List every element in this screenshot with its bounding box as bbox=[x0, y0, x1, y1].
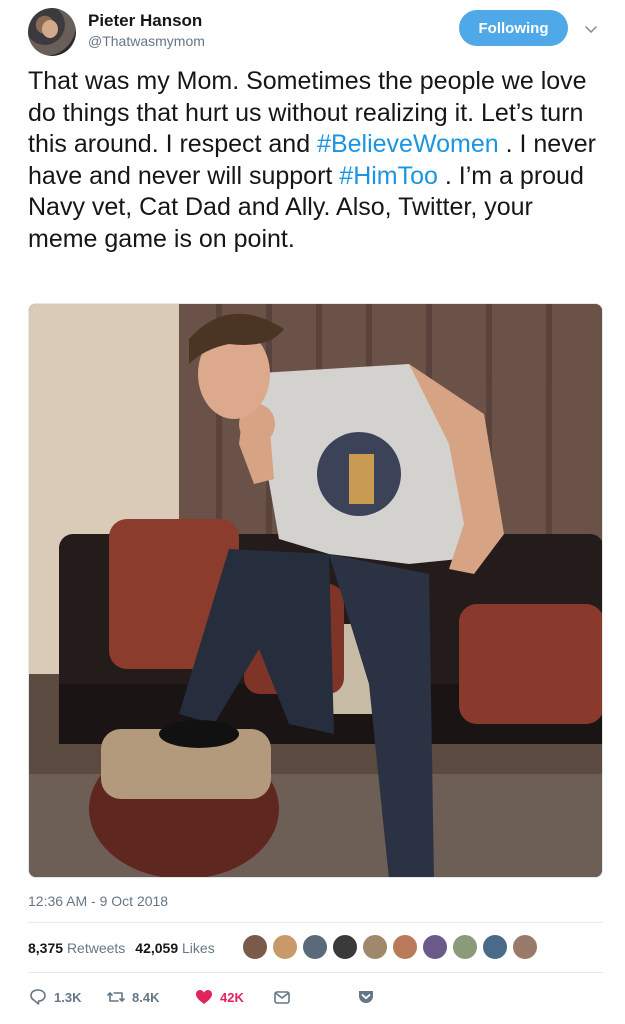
liker-avatar[interactable] bbox=[482, 934, 508, 960]
tweet-text: That was my Mom. Sometimes the people we… bbox=[28, 66, 608, 255]
liker-avatar[interactable] bbox=[242, 934, 268, 960]
retweet-icon bbox=[107, 992, 125, 1002]
hashtag-link[interactable]: #BelieveWomen bbox=[317, 130, 499, 158]
author-name[interactable]: Pieter Hanson bbox=[88, 11, 202, 31]
save-to-pocket-button[interactable] bbox=[356, 984, 376, 1010]
envelope-icon bbox=[274, 991, 290, 1004]
divider bbox=[28, 922, 603, 923]
reply-count: 1.3K bbox=[54, 989, 82, 1005]
avatar[interactable] bbox=[28, 8, 76, 56]
liker-avatar[interactable] bbox=[512, 934, 538, 960]
liker-avatar[interactable] bbox=[392, 934, 418, 960]
direct-message-button[interactable] bbox=[272, 984, 292, 1010]
heart-icon bbox=[196, 990, 212, 1004]
liker-avatars bbox=[242, 934, 538, 960]
liker-avatar[interactable] bbox=[452, 934, 478, 960]
chevron-down-icon[interactable] bbox=[582, 20, 600, 38]
reply-icon bbox=[30, 989, 46, 1005]
liker-avatar[interactable] bbox=[422, 934, 448, 960]
divider bbox=[28, 972, 603, 973]
following-button[interactable]: Following bbox=[459, 10, 568, 46]
retweets-stat[interactable]: 8,375 Retweets bbox=[28, 940, 125, 956]
hashtag-link[interactable]: #HimToo bbox=[339, 162, 438, 190]
retweets-label: Retweets bbox=[66, 940, 126, 956]
likes-label: Likes bbox=[182, 940, 215, 956]
liker-avatar[interactable] bbox=[332, 934, 358, 960]
pocket-icon bbox=[359, 991, 373, 1003]
liker-avatar[interactable] bbox=[302, 934, 328, 960]
tweet-photo[interactable] bbox=[28, 303, 603, 878]
retweets-count: 8,375 bbox=[28, 940, 64, 956]
photo-illustration bbox=[29, 304, 602, 877]
retweet-count: 8.4K bbox=[132, 989, 160, 1005]
like-button[interactable]: 42K bbox=[194, 984, 244, 1010]
tweet-header: Pieter Hanson @Thatwasmymom Following bbox=[0, 0, 625, 60]
liker-avatar[interactable] bbox=[362, 934, 388, 960]
engagement-stats: 8,375 Retweets 42,059 Likes bbox=[28, 940, 215, 956]
like-count: 42K bbox=[220, 989, 244, 1005]
liker-avatar[interactable] bbox=[272, 934, 298, 960]
tweet-timestamp[interactable]: 12:36 AM - 9 Oct 2018 bbox=[28, 893, 168, 909]
likes-count: 42,059 bbox=[135, 940, 179, 956]
reply-button[interactable]: 1.3K bbox=[28, 984, 81, 1010]
likes-stat[interactable]: 42,059 Likes bbox=[135, 940, 214, 956]
retweet-button[interactable]: 8.4K bbox=[106, 984, 159, 1010]
author-handle[interactable]: @Thatwasmymom bbox=[88, 33, 205, 49]
